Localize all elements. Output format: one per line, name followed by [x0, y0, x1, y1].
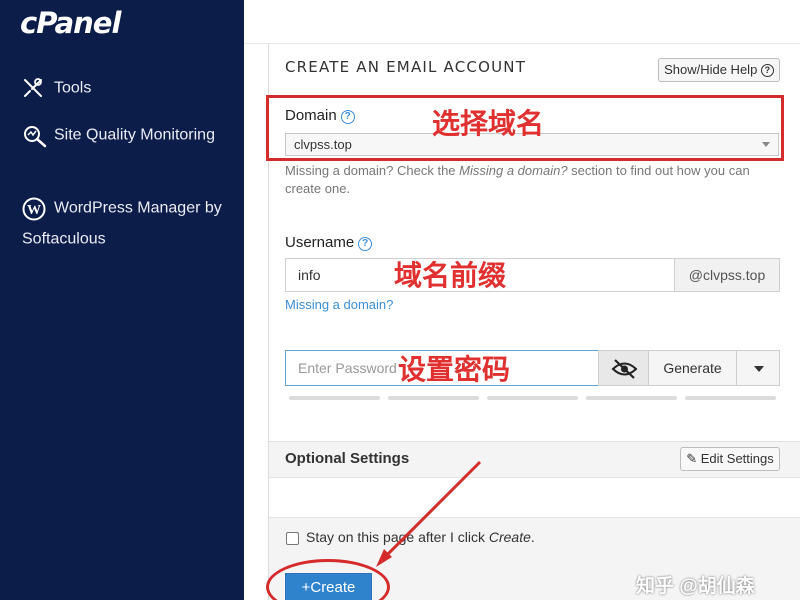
- annotation-password-note: 设置密码: [398, 353, 511, 386]
- stay-label-end: .: [530, 529, 535, 545]
- site-quality-icon: [22, 124, 48, 148]
- edit-settings-button[interactable]: ✎ Edit Settings: [680, 447, 780, 471]
- annotation-username-note: 域名前缀: [394, 259, 507, 292]
- sidebar: cPanel Tools Site Quality Monitoring W W…: [0, 0, 244, 600]
- strength-meter-segment: [586, 396, 677, 400]
- domain-suffix-addon: @clvpss.top: [674, 258, 780, 292]
- domain-help-main: Missing a domain? Check the: [285, 163, 456, 178]
- stay-on-page-label: Stay on this page after I click Create.: [306, 529, 535, 545]
- svg-text:W: W: [27, 203, 41, 218]
- help-icon: ?: [760, 64, 774, 77]
- top-header-strip: [244, 0, 800, 44]
- panel-title: CREATE AN EMAIL ACCOUNT: [285, 58, 527, 76]
- sidebar-item-tools[interactable]: Tools: [22, 72, 91, 103]
- sidebar-item-label: Tools: [54, 79, 92, 97]
- strength-meter-segment: [289, 396, 380, 400]
- strength-meter-segment: [685, 396, 776, 400]
- annotation-domain-note: 选择域名: [432, 107, 545, 140]
- password-options-dropdown[interactable]: [736, 350, 780, 386]
- optional-settings-title: Optional Settings: [285, 450, 410, 467]
- watermark: 知乎 @胡仙森: [636, 576, 755, 597]
- sidebar-item-wordpress[interactable]: W WordPress Manager by Softaculous: [22, 192, 237, 255]
- username-label-text: Username: [285, 234, 355, 251]
- stay-label-italic: Create: [488, 529, 531, 545]
- domain-help-text: Missing a domain? Check the Missing a do…: [285, 162, 785, 198]
- username-label: Username?: [285, 234, 373, 251]
- pencil-icon: ✎: [686, 451, 698, 466]
- caret-down-icon: [754, 366, 764, 372]
- wordpress-icon: W: [22, 197, 48, 221]
- sidebar-item-site-quality[interactable]: Site Quality Monitoring: [22, 119, 237, 150]
- stay-on-page-checkbox[interactable]: [286, 532, 299, 545]
- edit-settings-label: Edit Settings: [700, 451, 774, 466]
- eye-slash-icon: [611, 359, 638, 379]
- domain-help-italic: Missing a domain?: [459, 163, 568, 178]
- stay-label-main: Stay on this page after I click: [306, 529, 485, 545]
- show-hide-help-button[interactable]: Show/Hide Help ?: [658, 58, 780, 82]
- help-button-label: Show/Hide Help: [664, 62, 758, 77]
- strength-meter-segment: [487, 396, 578, 400]
- sidebar-item-label: Site Quality Monitoring: [54, 126, 215, 144]
- username-help-icon[interactable]: ?: [358, 237, 373, 251]
- generate-password-button[interactable]: Generate: [648, 350, 737, 386]
- strength-meter-segment: [388, 396, 479, 400]
- missing-domain-link[interactable]: Missing a domain?: [285, 297, 393, 312]
- sidebar-item-label: WordPress Manager by Softaculous: [22, 199, 222, 248]
- tools-icon: [22, 77, 48, 99]
- cpanel-logo[interactable]: cPanel: [20, 6, 121, 40]
- toggle-visibility-button[interactable]: [598, 350, 649, 386]
